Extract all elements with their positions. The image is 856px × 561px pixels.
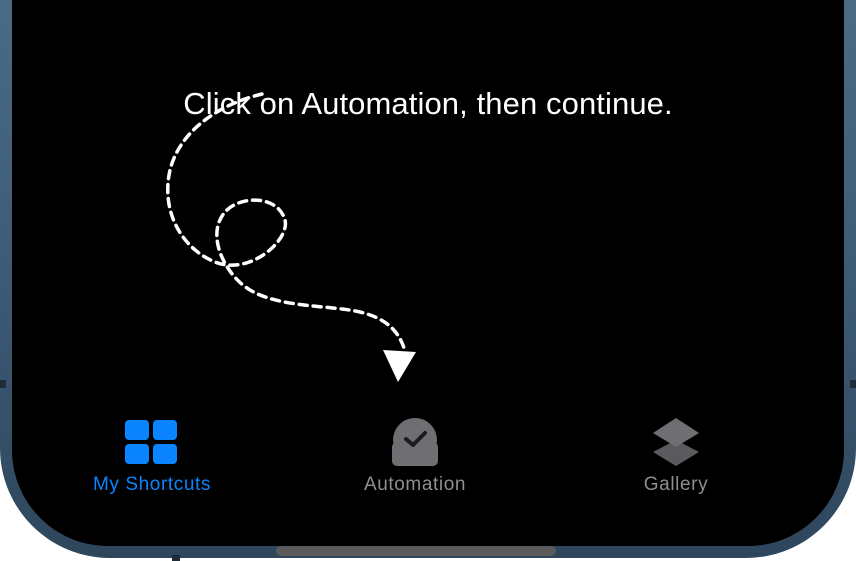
tab-my-shortcuts[interactable]: My Shortcuts [52,416,252,496]
tab-automation-label: Automation [363,474,467,495]
grid-icon [125,420,177,464]
tab-my-shortcuts-label: My Shortcuts [92,474,212,495]
guide-arrow-path [166,92,406,350]
screenshot-stage: Click on Automation, then continue. My S… [0,0,856,561]
clock-icon [392,418,438,466]
stack-icon [653,418,699,466]
tab-gallery[interactable]: Gallery [576,416,776,496]
tab-automation[interactable]: Automation [315,416,515,496]
home-indicator[interactable] [276,546,556,556]
tab-gallery-label: Gallery [643,474,709,495]
guide-arrowhead [383,350,416,382]
